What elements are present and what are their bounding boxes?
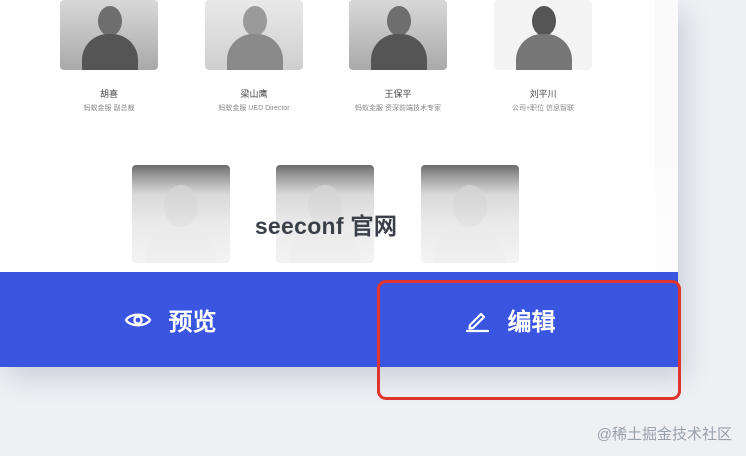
speaker-card: 刘平川 公司+职位 信息智联 (483, 0, 603, 114)
site-preview[interactable]: 胡喜 蚂蚁金服 副总裁 梁山鹰 蚂蚁金服 UED Director 王保平 蚂蚁… (0, 0, 678, 272)
edit-highlight-box (377, 280, 681, 400)
speaker-card: 胡喜 蚂蚁金服 副总裁 (49, 0, 169, 114)
speaker-card: 梁山鹰 蚂蚁金服 UED Director (194, 0, 314, 114)
speaker-photo (494, 0, 592, 70)
speaker-name: 梁山鹰 (240, 89, 268, 99)
speaker-name: 胡喜 (99, 89, 118, 99)
speaker-photo (349, 0, 447, 70)
speaker-title: 蚂蚁金服 副总裁 (83, 105, 135, 112)
preview-button-label: 预览 (168, 309, 217, 336)
eye-icon (123, 305, 153, 335)
speaker-photo (205, 0, 303, 70)
speaker-card: 王保平 蚂蚁金服 资深前端技术专家 (338, 0, 458, 114)
preview-button[interactable]: 预览 (0, 272, 339, 367)
speaker-name: 王保平 (384, 89, 412, 99)
speaker-title: 蚂蚁金服 UED Director (218, 105, 290, 112)
site-name-label: seeconf 官网 (254, 213, 398, 239)
speaker-photo (60, 0, 158, 70)
speaker-name: 刘平川 (529, 89, 557, 99)
speaker-title: 公司+职位 信息智联 (511, 105, 575, 112)
speaker-title: 蚂蚁金服 资深前端技术专家 (355, 105, 441, 112)
watermark: @稀土掘金技术社区 (596, 426, 732, 443)
